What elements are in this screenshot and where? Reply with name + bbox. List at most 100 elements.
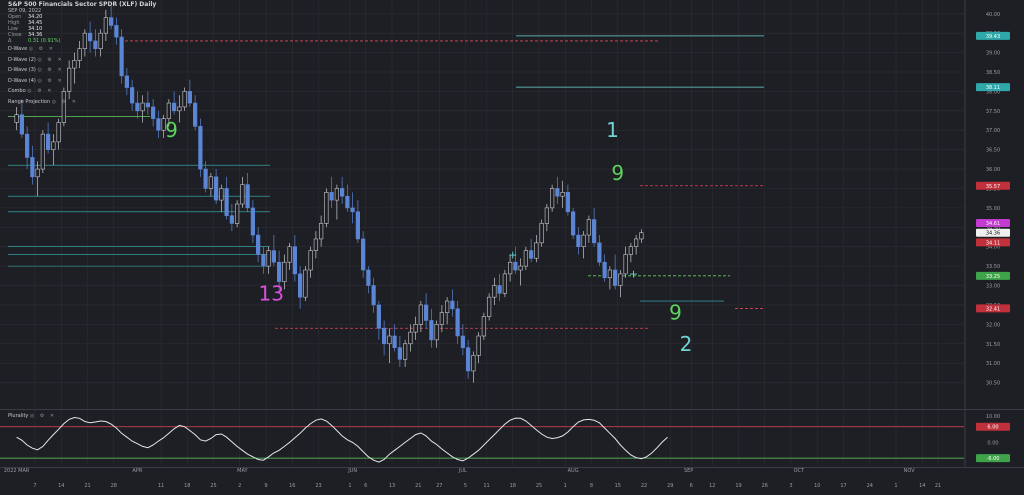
candle-body[interactable]: [371, 285, 376, 306]
candle-body[interactable]: [581, 234, 586, 248]
candle-body[interactable]: [46, 133, 51, 150]
candle-body[interactable]: [481, 316, 486, 337]
candle-body[interactable]: [518, 265, 523, 271]
candle-body[interactable]: [623, 254, 628, 275]
candle-body[interactable]: [544, 207, 549, 224]
candle-body[interactable]: [408, 331, 413, 345]
candle-body[interactable]: [208, 176, 213, 189]
candle-body[interactable]: [434, 324, 439, 341]
candle-body[interactable]: [235, 203, 240, 224]
candle-body[interactable]: [560, 192, 565, 197]
candle-body[interactable]: [387, 335, 392, 345]
candle-body[interactable]: [613, 269, 618, 286]
indicator-controls-icon[interactable]: ◎ ⚙ ✕: [29, 46, 55, 52]
candle-body[interactable]: [319, 223, 324, 240]
candle-body[interactable]: [639, 232, 644, 240]
candle-body[interactable]: [492, 285, 497, 298]
candle-body[interactable]: [203, 168, 208, 189]
candle-body[interactable]: [56, 122, 61, 143]
candle-body[interactable]: [382, 327, 387, 345]
candle-body[interactable]: [308, 250, 313, 271]
candle-body[interactable]: [418, 304, 423, 325]
candle-body[interactable]: [214, 176, 219, 201]
candle-body[interactable]: [607, 269, 612, 279]
candle-body[interactable]: [450, 300, 455, 310]
candle-body[interactable]: [77, 48, 82, 61]
chart-canvas[interactable]: 40.0039.5039.0038.5038.0037.5037.0036.50…: [0, 0, 1024, 491]
candle-body[interactable]: [271, 250, 276, 263]
candle-body[interactable]: [51, 141, 56, 150]
candle-body[interactable]: [392, 335, 397, 348]
candle-body[interactable]: [124, 75, 129, 88]
indicator-controls-icon[interactable]: ◎ ⚙ ✕: [37, 67, 63, 73]
candle-body[interactable]: [397, 347, 402, 360]
candle-body[interactable]: [628, 246, 633, 255]
candle-body[interactable]: [334, 188, 339, 201]
indicator-dwave[interactable]: D-Wave ◎ ⚙ ✕: [8, 44, 78, 55]
candle-body[interactable]: [345, 195, 350, 209]
candle-body[interactable]: [282, 261, 287, 282]
candle-body[interactable]: [529, 250, 534, 259]
indicator-controls-icon[interactable]: ◎ ⚙ ✕: [37, 57, 63, 63]
candle-body[interactable]: [219, 188, 224, 201]
candle-body[interactable]: [413, 324, 418, 333]
candle-body[interactable]: [229, 215, 234, 224]
candle-body[interactable]: [355, 211, 360, 240]
indicator-dwave-2[interactable]: D-Wave (2) ◎ ⚙ ✕: [8, 55, 78, 66]
candle-body[interactable]: [256, 234, 261, 255]
candle-body[interactable]: [250, 207, 255, 236]
candle-body[interactable]: [350, 207, 355, 213]
candle-body[interactable]: [40, 133, 45, 170]
candle-body[interactable]: [187, 91, 192, 104]
candle-body[interactable]: [597, 242, 602, 263]
candle-body[interactable]: [565, 192, 570, 213]
indicator-combo[interactable]: Combo ◎ ⚙ ✕: [8, 86, 78, 97]
plurality-legend[interactable]: Plurality ◎ ⚙ ✕: [8, 413, 56, 419]
candle-body[interactable]: [292, 246, 297, 275]
candle-body[interactable]: [361, 238, 366, 271]
candle-body[interactable]: [324, 192, 329, 224]
candle-body[interactable]: [460, 335, 465, 348]
candle-body[interactable]: [487, 296, 492, 317]
candle-body[interactable]: [140, 102, 145, 112]
candle-body[interactable]: [534, 242, 539, 259]
candle-body[interactable]: [19, 114, 24, 135]
candle-body[interactable]: [14, 114, 19, 123]
candle-body[interactable]: [523, 250, 528, 267]
candle-body[interactable]: [198, 126, 203, 170]
candle-body[interactable]: [586, 219, 591, 236]
candle-body[interactable]: [634, 238, 639, 248]
candle-body[interactable]: [193, 102, 198, 127]
candle-body[interactable]: [156, 118, 161, 131]
candle-body[interactable]: [329, 192, 334, 201]
candle-body[interactable]: [130, 87, 135, 104]
candle-body[interactable]: [30, 157, 35, 178]
candle-body[interactable]: [287, 246, 292, 263]
indicator-dwave-4[interactable]: D-Wave (4) ◎ ⚙ ✕: [8, 76, 78, 87]
candle-body[interactable]: [245, 184, 250, 209]
indicator-controls-icon[interactable]: ◎ ⚙ ✕: [52, 99, 78, 105]
candle-body[interactable]: [508, 261, 513, 275]
candle-body[interactable]: [497, 285, 502, 294]
candle-body[interactable]: [35, 168, 40, 178]
candle-body[interactable]: [376, 304, 381, 329]
candle-body[interactable]: [439, 312, 444, 325]
candle-body[interactable]: [429, 320, 434, 341]
candle-body[interactable]: [340, 188, 345, 197]
candle-body[interactable]: [445, 300, 450, 314]
candle-body[interactable]: [313, 238, 318, 251]
candle-body[interactable]: [466, 347, 471, 372]
candle-body[interactable]: [576, 234, 581, 248]
candle-body[interactable]: [25, 133, 30, 158]
indicator-controls-icon[interactable]: ◎ ⚙ ✕: [37, 78, 63, 84]
candle-body[interactable]: [145, 102, 150, 108]
candle-body[interactable]: [602, 261, 607, 279]
candle-body[interactable]: [571, 211, 576, 236]
candle-body[interactable]: [277, 261, 282, 282]
candle-body[interactable]: [298, 273, 303, 298]
indicator-range-projection[interactable]: Range Projection ◎ ⚙ ✕: [8, 97, 78, 108]
candle-body[interactable]: [550, 188, 555, 209]
candle-body[interactable]: [513, 261, 518, 271]
candle-body[interactable]: [266, 250, 271, 267]
candle-body[interactable]: [135, 102, 140, 112]
